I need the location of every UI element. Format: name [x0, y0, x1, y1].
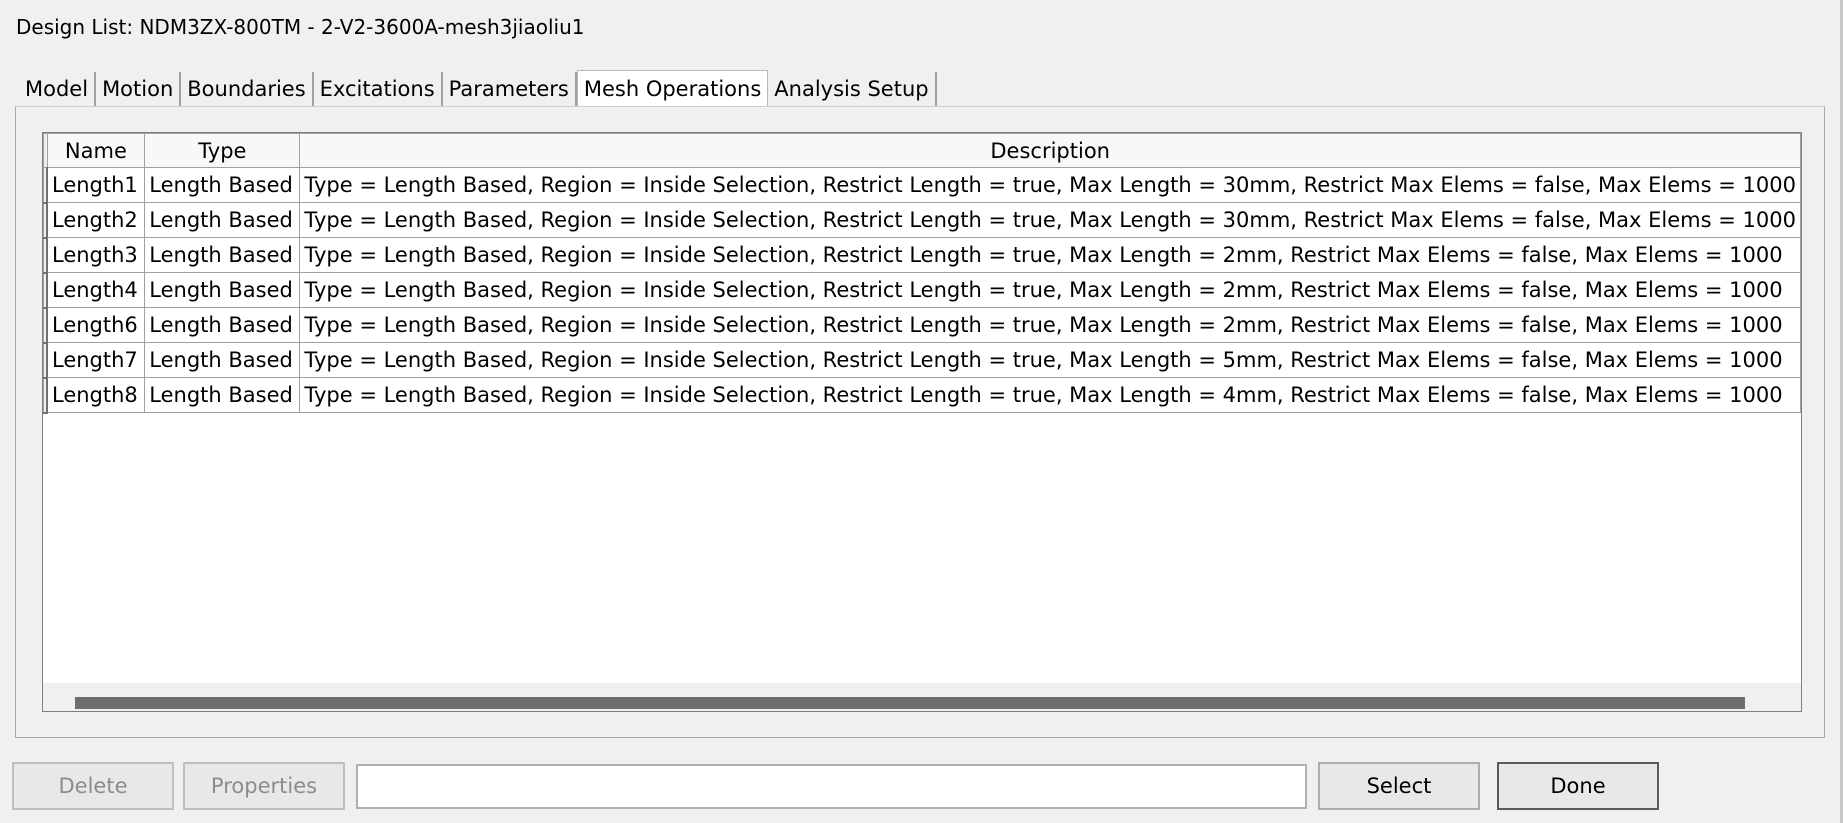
cell-type[interactable]: Length Based: [144, 272, 301, 308]
table-row[interactable]: Length8 Length Based Type = Length Based…: [43, 377, 1801, 414]
cell-description[interactable]: Type = Length Based, Region = Inside Sel…: [299, 342, 1801, 378]
tab-analysis-setup[interactable]: Analysis Setup: [768, 72, 937, 106]
table-row[interactable]: Length3 Length Based Type = Length Based…: [43, 237, 1801, 274]
cell-description[interactable]: Type = Length Based, Region = Inside Sel…: [299, 237, 1801, 273]
cell-description[interactable]: Type = Length Based, Region = Inside Sel…: [299, 272, 1801, 308]
tab-excitations[interactable]: Excitations: [314, 72, 443, 106]
table-row[interactable]: Length6 Length Based Type = Length Based…: [43, 307, 1801, 344]
table-row[interactable]: Length4 Length Based Type = Length Based…: [43, 272, 1801, 309]
cell-name[interactable]: Length4: [46, 272, 146, 308]
table-row[interactable]: Length7 Length Based Type = Length Based…: [43, 342, 1801, 379]
header-row: Name Type Description: [43, 133, 1801, 168]
cell-name[interactable]: Length7: [46, 342, 146, 378]
cell-name[interactable]: Length8: [46, 377, 146, 413]
cell-type[interactable]: Length Based: [144, 377, 301, 413]
select-button[interactable]: Select: [1318, 762, 1480, 810]
column-header-type[interactable]: Type: [144, 133, 301, 168]
cell-description[interactable]: Type = Length Based, Region = Inside Sel…: [299, 377, 1801, 413]
column-header-description[interactable]: Description: [299, 133, 1801, 168]
cell-type[interactable]: Length Based: [144, 167, 301, 203]
cell-name[interactable]: Length6: [46, 307, 146, 343]
delete-button[interactable]: Delete: [12, 762, 174, 810]
filter-input[interactable]: [356, 764, 1307, 809]
table-row[interactable]: Length1 Length Based Type = Length Based…: [43, 167, 1801, 204]
cell-type[interactable]: Length Based: [144, 307, 301, 343]
window-title: Design List: NDM3ZX-800TM - 2-V2-3600A-m…: [16, 15, 585, 39]
tab-mesh-operations[interactable]: Mesh Operations: [576, 70, 769, 108]
cell-type[interactable]: Length Based: [144, 342, 301, 378]
horizontal-scrollbar-thumb[interactable]: [75, 697, 1745, 709]
cell-type[interactable]: Length Based: [144, 202, 301, 238]
mesh-operations-grid: Name Type Description Length1 Length Bas…: [42, 132, 1802, 712]
grid-table: Name Type Description Length1 Length Bas…: [43, 133, 1801, 414]
cell-name[interactable]: Length1: [46, 167, 146, 203]
cell-description[interactable]: Type = Length Based, Region = Inside Sel…: [299, 307, 1801, 343]
tab-bar: Model Motion Boundaries Excitations Para…: [19, 70, 937, 108]
properties-button[interactable]: Properties: [183, 762, 345, 810]
horizontal-scrollbar[interactable]: [43, 683, 1801, 711]
tab-model[interactable]: Model: [19, 72, 97, 106]
design-list-dialog: Design List: NDM3ZX-800TM - 2-V2-3600A-m…: [0, 0, 1840, 823]
tab-motion[interactable]: Motion: [96, 72, 182, 106]
table-row[interactable]: Length2 Length Based Type = Length Based…: [43, 202, 1801, 239]
cell-description[interactable]: Type = Length Based, Region = Inside Sel…: [299, 202, 1801, 238]
done-button[interactable]: Done: [1497, 762, 1659, 810]
cell-type[interactable]: Length Based: [144, 237, 301, 273]
cell-description[interactable]: Type = Length Based, Region = Inside Sel…: [299, 167, 1801, 203]
column-header-name[interactable]: Name: [46, 133, 146, 168]
tab-parameters[interactable]: Parameters: [443, 72, 577, 106]
tab-boundaries[interactable]: Boundaries: [181, 72, 314, 106]
cell-name[interactable]: Length2: [46, 202, 146, 238]
cell-name[interactable]: Length3: [46, 237, 146, 273]
